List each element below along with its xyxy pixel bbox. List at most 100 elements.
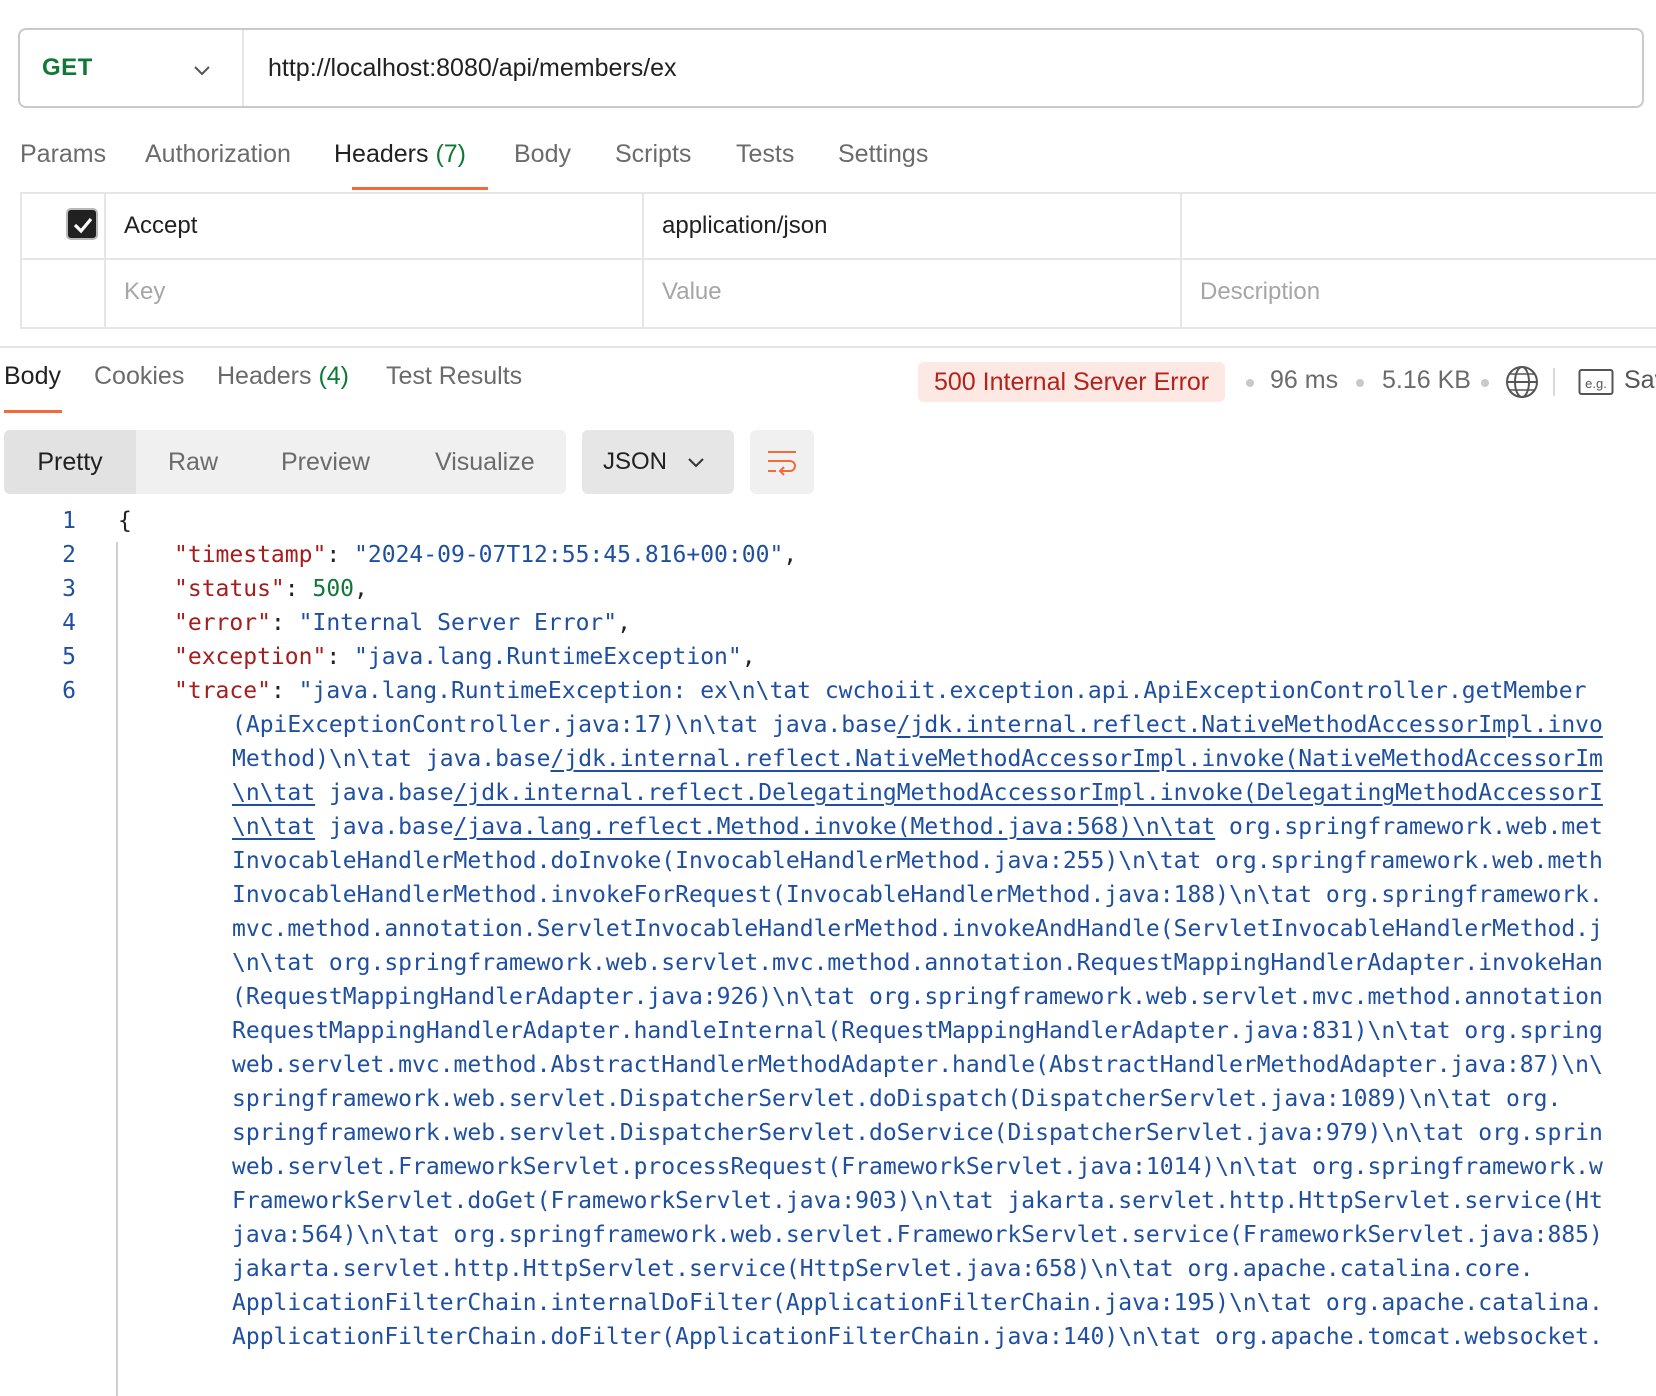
trace-line: InvocableHandlerMethod.doInvoke(Invocabl… (232, 848, 1603, 874)
trace-segment: org.springframework.web.met (1215, 814, 1603, 840)
method-select[interactable]: GET (20, 30, 244, 106)
toolbar-divider (1553, 368, 1555, 396)
trace-line: java:564)\n\tat org.springframework.web.… (232, 1222, 1603, 1248)
response-time[interactable]: 96 ms (1270, 366, 1338, 395)
check-icon (73, 217, 93, 234)
section-divider (0, 346, 1656, 348)
code-line: "timestamp": "2024-09-07T12:55:45.816+00… (174, 542, 798, 568)
separator-dot (1246, 379, 1254, 387)
line-number: 3 (62, 576, 76, 602)
json-key: "exception" (174, 644, 327, 670)
line-number: 4 (62, 610, 76, 636)
tab-authorization[interactable]: Authorization (145, 140, 291, 169)
open-brace: { (118, 508, 132, 534)
table-row: Accept application/json (20, 194, 1656, 260)
tab-cookies[interactable]: Cookies (94, 362, 184, 391)
tab-label: Body (4, 362, 61, 390)
json-number: 500 (312, 576, 355, 602)
trace-segment: java.base (315, 780, 454, 806)
table-row: Key Value Description (20, 260, 1656, 324)
code-line: "status": 500, (174, 576, 368, 602)
trace-line: springframework.web.servlet.DispatcherSe… (232, 1086, 1562, 1112)
trace-line: \n\tat org.springframework.web.servlet.m… (232, 950, 1603, 976)
comma: , (783, 542, 798, 568)
line-number: 6 (62, 678, 76, 704)
line-number: 2 (62, 542, 76, 568)
trace-line: \n\tat java.base/jdk.internal.reflect.De… (232, 780, 1603, 806)
tab-scripts[interactable]: Scripts (615, 140, 691, 169)
response-body-code[interactable]: 1 2 3 4 5 6 { "timestamp": "2024-09-07T1… (0, 504, 1656, 1396)
json-string: "2024-09-07T12:55:45.816+00:00" (354, 542, 784, 568)
active-tab-indicator (4, 410, 62, 413)
trace-line: ApplicationFilterChain.internalDoFilter(… (232, 1290, 1603, 1316)
key-input[interactable]: Key (124, 260, 165, 324)
trace-link[interactable]: \n\tat (232, 814, 315, 840)
trace-link[interactable]: /jdk.internal.reflect.NativeMethodAccess… (551, 746, 1603, 772)
tab-tests[interactable]: Tests (736, 140, 794, 169)
trace-link[interactable]: /jdk.internal.reflect.DelegatingMethodAc… (454, 780, 1603, 806)
tab-params[interactable]: Params (20, 140, 106, 169)
method-label: GET (42, 54, 93, 81)
url-input[interactable]: http://localhost:8080/api/members/ex (244, 54, 677, 83)
trace-link[interactable]: \n\tat (232, 780, 315, 806)
example-icon[interactable]: e.g. (1578, 368, 1614, 396)
format-select[interactable]: JSON (582, 430, 734, 494)
json-string: "Internal Server Error" (298, 610, 618, 636)
json-key: "trace" (174, 678, 271, 704)
description-input[interactable]: Description (1200, 260, 1320, 324)
line-number: 1 (62, 508, 76, 534)
tab-headers[interactable]: Headers (7) (334, 140, 466, 169)
wrap-lines-icon (768, 451, 796, 476)
trace-line: ApplicationFilterChain.doFilter(Applicat… (232, 1324, 1603, 1350)
indent-guide (116, 542, 118, 1396)
trace-line: (RequestMappingHandlerAdapter.java:926)\… (232, 984, 1603, 1010)
view-visualize[interactable]: Visualize (435, 430, 535, 494)
comma: , (354, 576, 368, 602)
json-key: "error" (174, 610, 271, 636)
view-pretty[interactable]: Pretty (4, 430, 136, 494)
header-value-cell[interactable]: application/json (662, 194, 827, 258)
trace-line: \n\tat java.base/java.lang.reflect.Metho… (232, 814, 1603, 840)
trace-link[interactable]: /java.lang.reflect.Method.invoke(Method.… (454, 814, 1216, 840)
tab-label: Headers (217, 362, 312, 390)
view-raw[interactable]: Raw (168, 430, 218, 494)
globe-icon[interactable] (1504, 364, 1540, 400)
code-line: "trace": "java.lang.RuntimeException: ex… (174, 678, 1587, 704)
tab-label: Headers (334, 140, 429, 168)
active-tab-indicator (352, 187, 488, 190)
header-key-cell[interactable]: Accept (124, 194, 197, 258)
request-bar: GET http://localhost:8080/api/members/ex (18, 28, 1644, 108)
tab-count: (4) (318, 362, 350, 390)
tab-label: Authorization (145, 140, 291, 168)
tab-label: Params (20, 140, 107, 168)
header-enabled-checkbox[interactable] (66, 208, 98, 240)
save-response-button[interactable]: Sav (1624, 366, 1656, 395)
tab-label: Tests (736, 140, 795, 168)
tab-test-results[interactable]: Test Results (386, 362, 522, 391)
code-line: "error": "Internal Server Error", (174, 610, 631, 636)
json-string: "java.lang.RuntimeException: ex\n\tat cw… (298, 678, 1587, 704)
tab-settings[interactable]: Settings (838, 140, 928, 169)
trace-line: springframework.web.servlet.DispatcherSe… (232, 1120, 1603, 1146)
separator-dot (1481, 379, 1489, 387)
line-number: 5 (62, 644, 76, 670)
tab-response-body[interactable]: Body (4, 362, 61, 391)
trace-line: Method)\n\tat java.base/jdk.internal.ref… (232, 746, 1603, 772)
trace-link[interactable]: /jdk.internal.reflect.NativeMethodAccess… (897, 712, 1603, 738)
trace-segment: java.base (315, 814, 454, 840)
value-input[interactable]: Value (662, 260, 722, 324)
wrap-lines-button[interactable] (750, 430, 814, 494)
trace-line: RequestMappingHandlerAdapter.handleInter… (232, 1018, 1603, 1044)
trace-segment: Method)\n\tat java.base (232, 746, 551, 772)
view-preview[interactable]: Preview (281, 430, 370, 494)
status-badge[interactable]: 500 Internal Server Error (918, 362, 1226, 402)
trace-line: InvocableHandlerMethod.invokeForRequest(… (232, 882, 1603, 908)
format-label: JSON (603, 448, 668, 475)
json-key: "status" (174, 576, 285, 602)
response-size[interactable]: 5.16 KB (1382, 366, 1471, 395)
headers-table: Accept application/json Key Value Descri… (20, 192, 1656, 329)
tab-body[interactable]: Body (514, 140, 571, 169)
tab-response-headers[interactable]: Headers (4) (217, 362, 349, 391)
trace-line: web.servlet.mvc.method.AbstractHandlerMe… (232, 1052, 1603, 1078)
tab-label: Scripts (615, 140, 692, 168)
